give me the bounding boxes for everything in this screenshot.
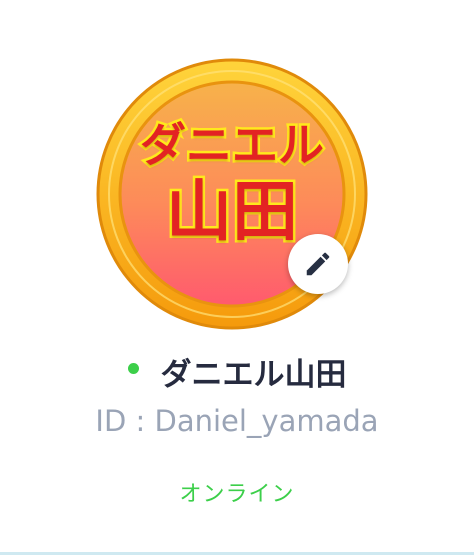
name-row: ダニエル山田 [0, 348, 474, 394]
display-name: ダニエル山田 [160, 356, 347, 393]
online-status-dot [127, 362, 139, 374]
edit-profile-button[interactable] [288, 234, 348, 294]
pencil-icon [306, 252, 330, 276]
user-id: ID : Daniel_yamada [95, 404, 379, 438]
status-text: オンライン [179, 482, 295, 507]
profile-card: ダニエル 山田 ダニエル山田 ID : Daniel_yamada オンライン [0, 0, 474, 555]
avatar-text-first-name: ダニエル [138, 116, 327, 175]
